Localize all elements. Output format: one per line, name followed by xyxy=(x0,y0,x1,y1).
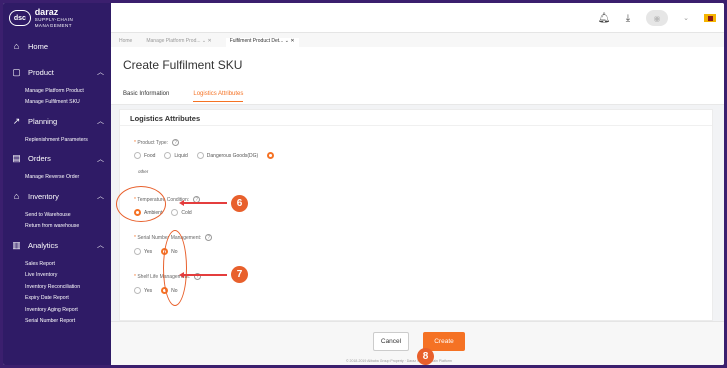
orders-icon: ▤ xyxy=(12,153,21,163)
sidebar-item-return-from-warehouse[interactable]: Return from warehouse xyxy=(3,221,111,233)
sidebar-section-inventory[interactable]: ⌂ Inventory ︿ xyxy=(3,183,111,209)
sidebar-section-orders[interactable]: ▤ Orders ︿ xyxy=(3,146,111,172)
warehouse-icon: ⌂ xyxy=(13,191,20,201)
chevron-up-icon: ︿ xyxy=(97,193,104,200)
page-title: Create Fulfilment SKU xyxy=(123,58,243,72)
radio-shelf-yes[interactable]: Yes xyxy=(134,287,152,294)
arrow-icon xyxy=(179,272,227,277)
cancel-button[interactable]: Cancel xyxy=(373,332,409,351)
tab-home[interactable]: Home xyxy=(119,38,132,47)
radio-cold[interactable]: Cold xyxy=(171,209,192,216)
form-tabs: Basic Information Logistics Attributes xyxy=(111,83,724,105)
highlight-ellipse xyxy=(116,186,166,222)
planning-icon: ↗ xyxy=(12,115,21,126)
tab-basic-information[interactable]: Basic Information xyxy=(123,91,169,97)
chevron-up-icon: ︿ xyxy=(97,155,104,163)
step-badge-6: 6 xyxy=(231,195,248,212)
home-icon: ⌂ xyxy=(13,41,20,51)
chevron-up-icon: ︿ xyxy=(97,69,104,76)
tab-logistics-attributes[interactable]: Logistics Attributes xyxy=(193,91,244,102)
radio-food[interactable]: Food xyxy=(134,152,155,159)
brand-logo[interactable]: dsc daraz SUPPLY-CHAIN MANAGEMENT xyxy=(3,3,111,33)
analytics-icon: ▥ xyxy=(12,239,21,250)
sidebar-item-inventory-aging-report[interactable]: Inventory Aging Report xyxy=(3,304,111,316)
sidebar-section-planning[interactable]: ↗ Planning ︿ xyxy=(3,108,111,134)
step-badge-8: 8 xyxy=(417,348,434,365)
chevron-down-icon[interactable]: ⌄ xyxy=(680,11,692,25)
other-label: other xyxy=(138,169,149,174)
highlight-ellipse xyxy=(163,230,187,306)
sidebar-item-inventory-reconciliation[interactable]: Inventory Reconciliation xyxy=(3,281,111,293)
sidebar-item-live-inventory[interactable]: Live Inventory xyxy=(3,270,111,282)
radio-other[interactable] xyxy=(267,152,275,159)
sidebar-item-send-to-warehouse[interactable]: Send to Warehouse xyxy=(3,209,111,221)
avatar[interactable]: ◉ xyxy=(646,10,668,26)
sidebar: dsc daraz SUPPLY-CHAIN MANAGEMENT ⌂ Home… xyxy=(3,3,111,365)
product-icon: ▢ xyxy=(12,66,21,77)
step-badge-7: 7 xyxy=(231,266,248,283)
brand-tagline: SUPPLY-CHAIN MANAGEMENT xyxy=(34,16,74,28)
chevron-up-icon: ︿ xyxy=(97,118,104,125)
country-flag-icon[interactable] xyxy=(704,14,716,22)
sidebar-item-sales-report[interactable]: Sales Report xyxy=(3,258,111,270)
chevron-up-icon: ︿ xyxy=(97,242,104,249)
top-bar: 🔔︎ ⤓ ◉ ⌄ xyxy=(111,3,724,33)
sidebar-item-home[interactable]: ⌂ Home xyxy=(3,33,111,59)
sidebar-item-manage-fulfilment-sku[interactable]: Manage Fulfilment SKU xyxy=(3,97,111,109)
logo-mark: dsc xyxy=(9,10,31,26)
radio-liquid[interactable]: Liquid xyxy=(164,152,188,159)
page-tabs: Home Manage Platform Prod... ⌄ ✕ Fulfilm… xyxy=(111,33,724,47)
section-title: Logistics Attributes xyxy=(120,110,712,126)
radio-dangerous-goods[interactable]: Dangerous Goods(DG) xyxy=(196,152,258,159)
logistics-form: Logistics Attributes * Product Type:? Fo… xyxy=(119,109,713,321)
help-icon[interactable]: ? xyxy=(205,234,213,241)
sidebar-section-analytics[interactable]: ▥ Analytics ︿ xyxy=(3,232,111,258)
radio-serial-yes[interactable]: Yes xyxy=(134,248,152,255)
product-type-radio-group: Food Liquid Dangerous Goods(DG) xyxy=(134,152,275,159)
help-icon[interactable]: ? xyxy=(172,139,180,146)
sidebar-item-replenishment-parameters[interactable]: Replenishment Parameters xyxy=(3,134,111,146)
sidebar-item-manage-reverse-order[interactable]: Manage Reverse Order xyxy=(3,172,111,184)
copyright: © 2018-2019 Alibaba Group Property · Dar… xyxy=(346,359,452,363)
tab-fulfilment-product-detail[interactable]: Fulfilment Product Det... ⌄ ✕ xyxy=(225,38,299,47)
bell-icon[interactable]: 🔔︎ xyxy=(598,11,611,25)
sidebar-item-serial-number-report[interactable]: Serial Number Report xyxy=(3,316,111,328)
app-window: dsc daraz SUPPLY-CHAIN MANAGEMENT ⌂ Home… xyxy=(3,3,724,365)
download-icon[interactable]: ⤓ xyxy=(622,11,634,25)
brand-name: daraz xyxy=(34,6,59,17)
sidebar-section-product[interactable]: ▢ Product ︿ xyxy=(3,59,111,85)
sidebar-item-expiry-date-report[interactable]: Expiry Date Report xyxy=(3,293,111,305)
sidebar-item-manage-platform-product[interactable]: Manage Platform Product xyxy=(3,85,111,97)
tab-manage-platform-product[interactable]: Manage Platform Prod... ⌄ ✕ xyxy=(146,38,211,47)
arrow-icon xyxy=(179,200,227,205)
product-type-label: * Product Type:? xyxy=(134,139,180,146)
